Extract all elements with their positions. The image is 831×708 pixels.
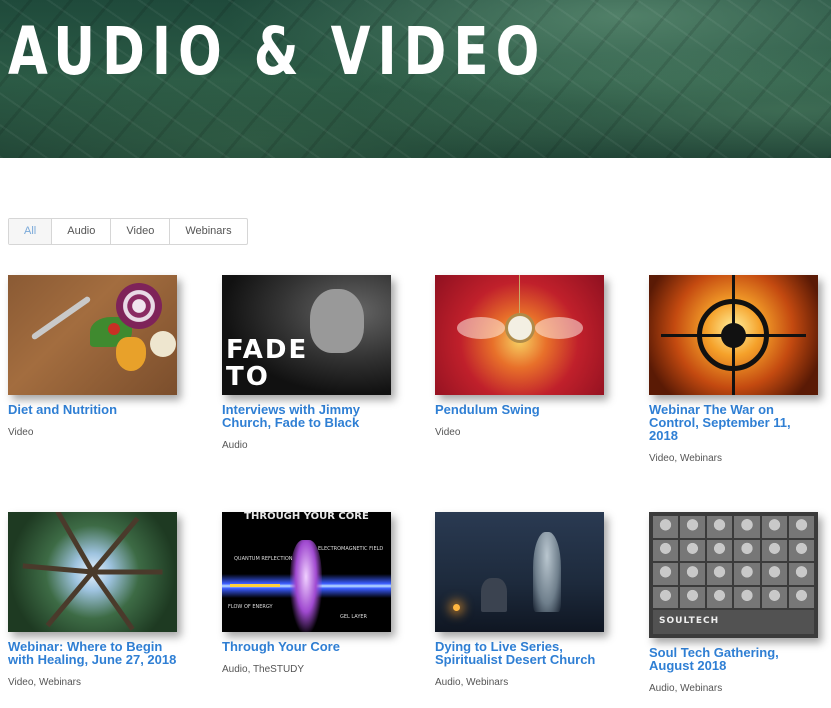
- portrait: [680, 516, 706, 538]
- thumbnail-speaker-grid[interactable]: SOULTECH: [649, 512, 818, 638]
- page-title: AUDIO & VIDEO: [8, 13, 547, 90]
- portrait: [653, 539, 679, 561]
- diagram-label: FLOW OF ENERGY: [228, 604, 273, 610]
- item-categories: Audio, Webinars: [435, 677, 509, 688]
- portrait: [734, 516, 760, 538]
- portrait: [761, 516, 787, 538]
- fork-shape: [30, 295, 92, 341]
- watch-shape: [505, 313, 535, 343]
- tree-trunk: [55, 512, 95, 574]
- chain-shape: [519, 275, 520, 315]
- portrait-grid: [653, 516, 814, 608]
- silhouette-shape: [310, 289, 364, 353]
- portrait: [680, 586, 706, 608]
- tree-trunk: [45, 570, 95, 628]
- portrait: [761, 563, 787, 585]
- portrait: [761, 586, 787, 608]
- item-title-link[interactable]: Pendulum Swing: [435, 403, 607, 416]
- diagram-label: GEL LAYER: [340, 614, 368, 620]
- portrait: [707, 563, 733, 585]
- item-title-link[interactable]: Webinar: Where to Begin with Healing, Ju…: [8, 640, 180, 666]
- thumbnail-banner-text: THROUGH YOUR CORE: [244, 512, 369, 522]
- item-title-link[interactable]: Soul Tech Gathering, August 2018: [649, 646, 821, 672]
- item-title-link[interactable]: Interviews with Jimmy Church, Fade to Bl…: [222, 403, 394, 429]
- filter-all[interactable]: All: [9, 219, 53, 244]
- item-categories: Audio, Webinars: [649, 683, 723, 694]
- hero-banner: AUDIO & VIDEO: [0, 0, 831, 158]
- media-item: Webinar: Where to Begin with Healing, Ju…: [8, 512, 180, 688]
- tree-trunk: [22, 563, 93, 575]
- tree-trunk: [90, 570, 135, 631]
- ghost-figure: [533, 532, 561, 612]
- tree-trunk: [92, 569, 163, 575]
- tree-trunk: [90, 516, 140, 574]
- filter-audio[interactable]: Audio: [52, 219, 112, 244]
- portrait: [788, 563, 814, 585]
- item-categories: Audio, TheSTUDY: [222, 664, 305, 675]
- category-filter-bar: All Audio Video Webinars: [8, 218, 248, 245]
- diagram-label: ELECTROMAGNETIC FIELD: [318, 546, 384, 552]
- portrait: [680, 539, 706, 561]
- item-title-link[interactable]: Dying to Live Series, Spiritualist Deser…: [435, 640, 607, 666]
- thumbnail-crosshair[interactable]: [649, 275, 818, 395]
- crosshair-center: [721, 323, 746, 348]
- portrait: [707, 539, 733, 561]
- thumbnail-graveyard[interactable]: [435, 512, 604, 632]
- glowing-figure: [290, 540, 322, 632]
- pepper-shape: [116, 337, 146, 371]
- portrait: [653, 586, 679, 608]
- portrait: [653, 516, 679, 538]
- diagram-label: QUANTUM REFLECTION: [234, 556, 293, 562]
- gravestone-shape: [481, 578, 507, 612]
- item-categories: Video: [435, 427, 461, 438]
- item-categories: Video: [8, 427, 34, 438]
- item-categories: Video, Webinars: [649, 453, 723, 464]
- portrait: [788, 516, 814, 538]
- thumbnail-fade-to-black[interactable]: FADE TO: [222, 275, 391, 395]
- soultech-logo: SOULTECH: [659, 616, 720, 626]
- lantern-shape: [453, 604, 460, 611]
- filter-webinars[interactable]: Webinars: [170, 219, 246, 244]
- media-item: THROUGH YOUR CORE QUANTUM REFLECTION ELE…: [222, 512, 394, 675]
- portrait: [734, 539, 760, 561]
- fade-word: FADE: [226, 335, 309, 365]
- item-categories: Audio: [222, 440, 248, 451]
- cauliflower-shape: [150, 331, 176, 357]
- media-item: Webinar The War on Control, September 11…: [649, 275, 821, 464]
- media-item: FADE TO Interviews with Jimmy Church, Fa…: [222, 275, 394, 451]
- portrait: [707, 586, 733, 608]
- portrait: [680, 563, 706, 585]
- item-title-link[interactable]: Webinar The War on Control, September 11…: [649, 403, 821, 442]
- portrait: [734, 586, 760, 608]
- tomato-shape: [108, 323, 120, 335]
- item-title-link[interactable]: Through Your Core: [222, 640, 394, 653]
- filter-video[interactable]: Video: [111, 219, 171, 244]
- media-item: SOULTECH Soul Tech Gathering, August 201…: [649, 512, 821, 694]
- thumbnail-forest[interactable]: [8, 512, 177, 632]
- item-categories: Video, Webinars: [8, 677, 82, 688]
- media-item: Diet and Nutrition Video: [8, 275, 180, 438]
- arrow-shape: [230, 584, 280, 587]
- to-word: TO: [226, 362, 270, 392]
- portrait: [788, 586, 814, 608]
- portrait: [788, 539, 814, 561]
- left-wing-shape: [457, 317, 505, 339]
- onion-shape: [116, 283, 162, 329]
- item-title-link[interactable]: Diet and Nutrition: [8, 403, 180, 416]
- media-item: Dying to Live Series, Spiritualist Deser…: [435, 512, 607, 688]
- media-item: Pendulum Swing Video: [435, 275, 607, 438]
- portrait: [707, 516, 733, 538]
- right-wing-shape: [535, 317, 583, 339]
- portrait: [734, 563, 760, 585]
- thumbnail-energy-body[interactable]: THROUGH YOUR CORE QUANTUM REFLECTION ELE…: [222, 512, 391, 632]
- portrait: [761, 539, 787, 561]
- portrait: [653, 563, 679, 585]
- thumbnail-vegetables[interactable]: [8, 275, 177, 395]
- thumbnail-pocket-watch[interactable]: [435, 275, 604, 395]
